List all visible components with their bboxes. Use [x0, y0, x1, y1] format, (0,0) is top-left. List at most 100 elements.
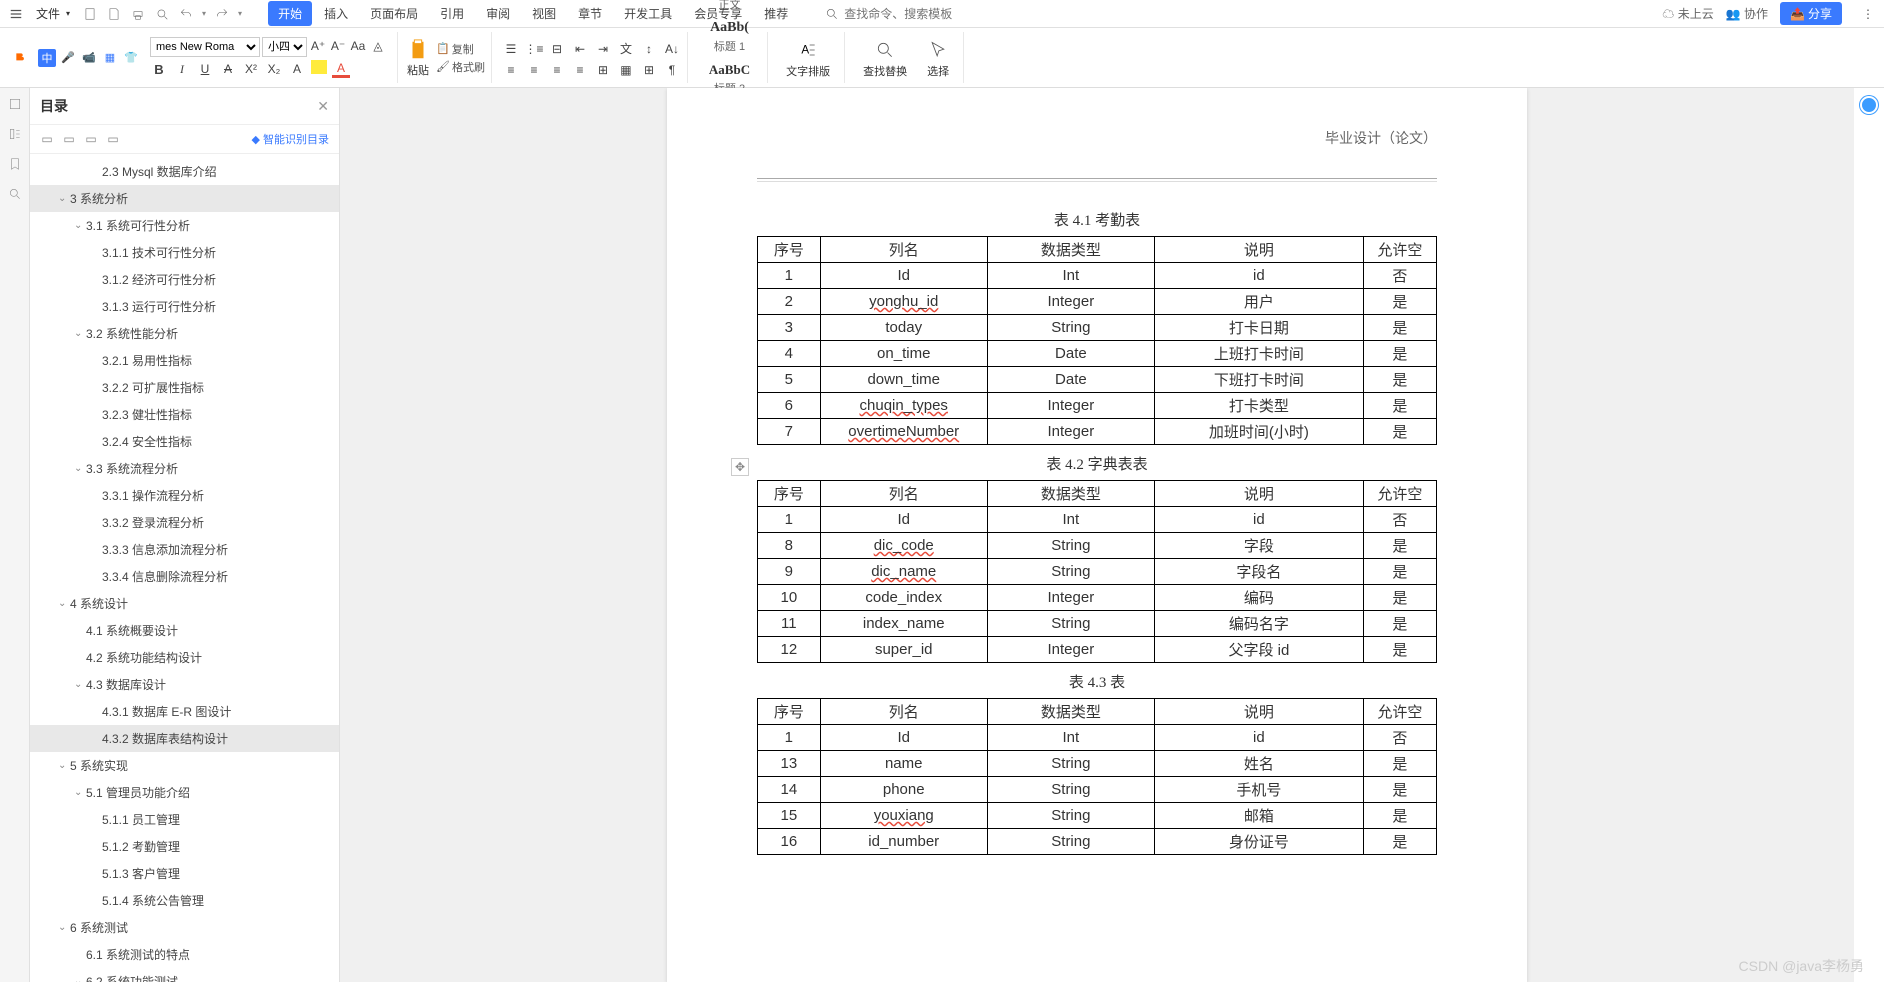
toc-item[interactable]: 3.2.2 可扩展性指标 — [30, 374, 339, 401]
toc-item[interactable]: ⌄6.2 系统功能测试 — [30, 968, 339, 982]
ribbon-tab-4[interactable]: 审阅 — [476, 1, 520, 26]
ribbon-tab-5[interactable]: 视图 — [522, 1, 566, 26]
toc-item[interactable]: 4.3.2 数据库表结构设计 — [30, 725, 339, 752]
location-pin-icon[interactable] — [1860, 96, 1878, 114]
close-panel-icon[interactable]: ✕ — [317, 98, 329, 115]
style-item-0[interactable]: AaBbCcI正文 — [698, 0, 761, 15]
table-move-handle-icon[interactable]: ✥ — [731, 458, 749, 476]
command-search-input[interactable] — [844, 7, 964, 21]
video-icon[interactable]: 📹 — [80, 49, 98, 67]
template-icon[interactable]: ▦ — [101, 49, 119, 67]
clear-format-icon[interactable]: ◬ — [369, 37, 387, 55]
voice-icon[interactable]: 🎤 — [59, 49, 77, 67]
command-search[interactable] — [824, 6, 964, 22]
font-color-button[interactable]: A — [332, 60, 350, 78]
select-button[interactable]: 选择 — [919, 35, 957, 81]
toc-item[interactable]: ⌄4 系统设计 — [30, 590, 339, 617]
text-direction-icon[interactable]: 文 — [617, 40, 635, 58]
increase-indent-icon[interactable]: ⇥ — [594, 40, 612, 58]
subscript-button[interactable]: X₂ — [265, 60, 283, 78]
italic-button[interactable]: I — [173, 60, 191, 78]
bullet-list-icon[interactable]: ☰ — [502, 40, 520, 58]
toc-item[interactable]: 3.1.2 经济可行性分析 — [30, 266, 339, 293]
decrease-font-icon[interactable]: A⁻ — [329, 37, 347, 55]
toc-item[interactable]: 2.3 Mysql 数据库介绍 — [30, 158, 339, 185]
smart-toc-button[interactable]: ◆ 智能识别目录 — [252, 131, 329, 147]
copy-button[interactable]: 📋复制 — [436, 41, 485, 57]
font-family-select[interactable]: mes New Roma — [150, 37, 260, 57]
toc-item[interactable]: ⌄4.3 数据库设计 — [30, 671, 339, 698]
font-effects-button[interactable]: A — [288, 60, 306, 78]
search-rail-icon[interactable] — [7, 186, 23, 202]
toc-item[interactable]: 6.1 系统测试的特点 — [30, 941, 339, 968]
bookmark-rail-icon[interactable] — [7, 156, 23, 172]
toc-item[interactable]: 4.2 系统功能结构设计 — [30, 644, 339, 671]
print-icon[interactable] — [130, 6, 146, 22]
outline-rail-icon[interactable] — [7, 96, 23, 112]
toc-item[interactable]: 3.3.1 操作流程分析 — [30, 482, 339, 509]
toc-item[interactable]: 5.1.1 员工管理 — [30, 806, 339, 833]
toc-item[interactable]: 3.3.3 信息添加流程分析 — [30, 536, 339, 563]
format-painter-button[interactable]: 🖌格式刷 — [436, 59, 485, 75]
collab-button[interactable]: 👥 协作 — [1726, 5, 1768, 22]
toc-item[interactable]: ⌄3 系统分析 — [30, 185, 339, 212]
toc-item[interactable]: 3.2.3 健壮性指标 — [30, 401, 339, 428]
decrease-indent-icon[interactable]: ⇤ — [571, 40, 589, 58]
toc-item[interactable]: 3.2.1 易用性指标 — [30, 347, 339, 374]
toc-item[interactable]: ⌄5 系统实现 — [30, 752, 339, 779]
toc-item[interactable]: 3.3.4 信息删除流程分析 — [30, 563, 339, 590]
ribbon-tab-3[interactable]: 引用 — [430, 1, 474, 26]
superscript-button[interactable]: X² — [242, 60, 260, 78]
line-spacing-icon[interactable]: ↕ — [640, 40, 658, 58]
document-canvas[interactable]: 毕业设计（论文） 表 4.1 考勤表序号列名数据类型说明允许空1IdIntid否… — [340, 88, 1854, 982]
align-right-icon[interactable]: ≡ — [548, 61, 566, 79]
align-left-icon[interactable]: ≡ — [502, 61, 520, 79]
lang-chinese-button[interactable]: 中 — [38, 49, 56, 67]
sort-icon[interactable]: A↓ — [663, 40, 681, 58]
toc-item[interactable]: ⌄6 系统测试 — [30, 914, 339, 941]
thumbnail-rail-icon[interactable] — [7, 126, 23, 142]
save-icon[interactable] — [106, 6, 122, 22]
highlight-button[interactable] — [311, 60, 327, 74]
strikethrough-button[interactable]: A — [219, 60, 237, 78]
shading-icon[interactable]: ▦ — [617, 61, 635, 79]
undo-icon[interactable] — [178, 6, 194, 22]
ribbon-tab-2[interactable]: 页面布局 — [360, 1, 428, 26]
toc-item[interactable]: ⌄3.3 系统流程分析 — [30, 455, 339, 482]
ribbon-tab-7[interactable]: 开发工具 — [614, 1, 682, 26]
paste-button[interactable]: 粘贴 — [404, 36, 432, 80]
toc-tool3-icon[interactable]: ▭ — [84, 132, 98, 146]
toc-item[interactable]: 5.1.4 系统公告管理 — [30, 887, 339, 914]
toc-tool2-icon[interactable]: ▭ — [62, 132, 76, 146]
toc-item[interactable]: 4.1 系统概要设计 — [30, 617, 339, 644]
toc-item[interactable]: 3.3.2 登录流程分析 — [30, 509, 339, 536]
distribute-icon[interactable]: ⊞ — [594, 61, 612, 79]
toc-item[interactable]: ⌄3.1 系统可行性分析 — [30, 212, 339, 239]
redo-icon[interactable] — [214, 6, 230, 22]
number-list-icon[interactable]: ⋮≡ — [525, 40, 543, 58]
shirt-icon[interactable]: 👕 — [122, 49, 140, 67]
share-button[interactable]: 📤 分享 — [1780, 2, 1842, 25]
toc-item[interactable]: 5.1.2 考勤管理 — [30, 833, 339, 860]
change-case-icon[interactable]: Aa — [349, 37, 367, 55]
toc-item[interactable]: ⌄3.2 系统性能分析 — [30, 320, 339, 347]
show-marks-icon[interactable]: ¶ — [663, 61, 681, 79]
cloud-button[interactable]: ☁ 未上云 — [1662, 5, 1713, 22]
text-layout-button[interactable]: A 文字排版 — [778, 35, 838, 81]
align-center-icon[interactable]: ≡ — [525, 61, 543, 79]
font-size-select[interactable]: 小四 — [262, 37, 307, 57]
ribbon-tab-0[interactable]: 开始 — [268, 1, 312, 26]
style-item-1[interactable]: AaBb(标题 1 — [703, 17, 756, 57]
file-menu[interactable]: 文件▾ — [30, 3, 76, 24]
ribbon-tab-1[interactable]: 插入 — [314, 1, 358, 26]
toc-item[interactable]: 3.2.4 安全性指标 — [30, 428, 339, 455]
toc-item[interactable]: 3.1.3 运行可行性分析 — [30, 293, 339, 320]
find-replace-button[interactable]: 查找替换 — [855, 35, 915, 81]
ribbon-tab-6[interactable]: 章节 — [568, 1, 612, 26]
more-icon[interactable]: ⋮ — [1860, 6, 1876, 22]
bold-button[interactable]: B — [150, 60, 168, 78]
underline-button[interactable]: U — [196, 60, 214, 78]
toc-item[interactable]: ⌄5.1 管理员功能介绍 — [30, 779, 339, 806]
new-doc-icon[interactable] — [82, 6, 98, 22]
toc-item[interactable]: 3.1.1 技术可行性分析 — [30, 239, 339, 266]
